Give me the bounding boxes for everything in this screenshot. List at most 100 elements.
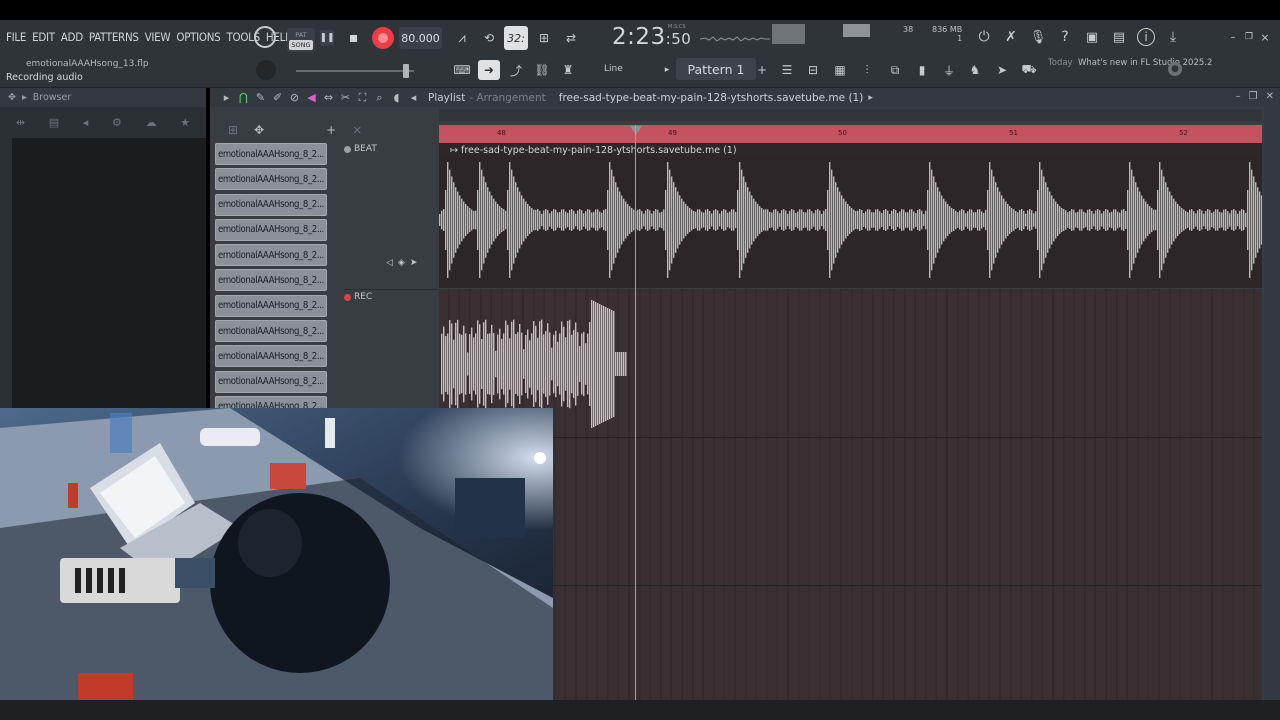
pattern-prev-icon[interactable]: ▸ bbox=[662, 62, 672, 78]
typing-keyboard-icon[interactable]: ⌨ bbox=[452, 62, 472, 78]
master-slider-handle[interactable] bbox=[403, 64, 409, 78]
plugin-icon[interactable]: ⏚ bbox=[940, 60, 958, 80]
pattern-clip[interactable]: emotionalAAAHsong_8_2... bbox=[215, 294, 327, 317]
stop-button[interactable] bbox=[346, 30, 360, 46]
pattern-selector[interactable]: Pattern 1 bbox=[676, 58, 756, 80]
tempo-tapper-icon[interactable]: ♞ bbox=[966, 60, 984, 80]
playlist-arrow-icon[interactable]: ◂ bbox=[405, 91, 422, 104]
info-icon[interactable]: i bbox=[1137, 28, 1155, 46]
vertical-scrollbar[interactable] bbox=[1264, 107, 1280, 720]
mixer-icon[interactable]: ⫶ bbox=[858, 60, 876, 80]
snap-value-button[interactable]: 32: bbox=[504, 26, 528, 50]
add-pattern-icon[interactable]: + bbox=[756, 62, 768, 78]
add-track-icon[interactable]: + bbox=[326, 123, 336, 137]
playback-icon[interactable]: ◖ bbox=[388, 91, 405, 104]
browser-sound-icon[interactable]: ◂ bbox=[83, 116, 89, 129]
menu-patterns[interactable]: PATTERNS bbox=[89, 30, 139, 44]
playlist-subtitle[interactable]: - Arrangement bbox=[469, 92, 545, 104]
playlist-close-icon[interactable]: ✕ bbox=[1266, 91, 1274, 102]
loop-record-icon[interactable]: ⇄ bbox=[560, 28, 582, 48]
magnet-icon[interactable]: ⋂ bbox=[235, 91, 252, 104]
refresh-icon[interactable]: ⏻ bbox=[975, 28, 993, 46]
delete-icon[interactable]: ⊘ bbox=[286, 91, 303, 104]
audio-clip-label[interactable]: ↦ free-sad-type-beat-my-pain-128-ytshort… bbox=[439, 143, 1262, 158]
pattern-clip[interactable]: emotionalAAAHsong_8_2... bbox=[215, 168, 327, 191]
slice-icon[interactable]: ✂ bbox=[337, 91, 354, 104]
pattern-clip[interactable]: emotionalAAAHsong_8_2... bbox=[215, 345, 327, 368]
master-volume-knob[interactable] bbox=[256, 60, 276, 80]
link-icon[interactable]: ⛓ bbox=[532, 62, 552, 78]
select-icon[interactable]: ⛶ bbox=[354, 91, 371, 105]
play-arrow-icon[interactable]: ➜ bbox=[478, 60, 500, 80]
track-solo-icon[interactable]: ◈ bbox=[398, 258, 405, 268]
track-mute-icon[interactable]: ◁ bbox=[386, 258, 393, 268]
snap-mode-select[interactable]: Line bbox=[588, 60, 658, 78]
pattern-clip[interactable]: emotionalAAAHsong_8_2... bbox=[215, 370, 327, 393]
browser-star-icon[interactable]: ★ bbox=[180, 116, 190, 129]
close-app-icon[interactable]: × bbox=[1260, 31, 1270, 44]
playlist-file-arrow-icon[interactable]: ▸ bbox=[868, 93, 873, 103]
channel-rack-icon[interactable]: ▦ bbox=[831, 60, 849, 80]
pattern-clip[interactable]: emotionalAAAHsong_8_2... bbox=[215, 320, 327, 343]
track-header-beat[interactable]: BEAT bbox=[344, 144, 438, 154]
menu-add[interactable]: ADD bbox=[61, 30, 83, 44]
pattern-clip[interactable]: emotionalAAAHsong_8_2... bbox=[215, 244, 327, 267]
pattern-clip[interactable]: emotionalAAAHsong_8_2... bbox=[215, 143, 327, 165]
stamp-icon[interactable]: ♜ bbox=[558, 62, 578, 78]
remove-track-icon[interactable]: × bbox=[352, 123, 362, 137]
zoom-icon[interactable]: ⌕ bbox=[371, 91, 388, 105]
fx-icon[interactable]: ✗ bbox=[1002, 28, 1020, 46]
pattern-picker-move-icon[interactable]: ✥ bbox=[254, 123, 264, 137]
pencil-icon[interactable]: ✎ bbox=[252, 91, 269, 104]
playlist-window-icon[interactable]: ☰ bbox=[778, 60, 796, 80]
minimize-app-icon[interactable]: – bbox=[1228, 32, 1238, 43]
browser-list[interactable] bbox=[12, 138, 206, 408]
help-icon[interactable]: ? bbox=[1056, 28, 1074, 46]
browser-cloud-icon[interactable]: ☁ bbox=[146, 116, 157, 129]
plugin-picker-icon[interactable]: ⧉ bbox=[886, 60, 904, 80]
mic-icon[interactable]: 🎙 bbox=[1029, 28, 1047, 46]
menu-view[interactable]: VIEW bbox=[145, 30, 171, 44]
pattern-clip[interactable]: emotionalAAAHsong_8_2... bbox=[215, 395, 327, 408]
shop-icon[interactable]: ⛟ bbox=[1020, 60, 1038, 80]
slip-icon[interactable]: ⇔ bbox=[320, 91, 337, 104]
hint-knob-icon[interactable] bbox=[254, 26, 276, 48]
piano-roll-icon[interactable]: ⊟ bbox=[804, 60, 822, 80]
timeline-ruler[interactable]: 48 49 50 51 52 bbox=[439, 125, 1262, 143]
browser-toggle-icon[interactable]: ▮ bbox=[913, 60, 931, 80]
stem-icon[interactable]: ➤ bbox=[993, 60, 1011, 80]
zip-icon[interactable]: ▤ bbox=[1110, 28, 1128, 46]
save-icon[interactable]: ▣ bbox=[1083, 28, 1101, 46]
menu-file[interactable]: FILE bbox=[6, 30, 26, 44]
playlist-minimize-icon[interactable]: – bbox=[1236, 91, 1241, 102]
browser-back-icon[interactable]: ▸ bbox=[22, 92, 27, 103]
browser-arrows-icon[interactable]: ✥ bbox=[8, 92, 16, 103]
paint-icon[interactable]: ✐ bbox=[269, 91, 286, 104]
record-button[interactable] bbox=[372, 27, 394, 49]
browser-collapse-icon[interactable]: ⇹ bbox=[16, 116, 25, 129]
pattern-clip[interactable]: emotionalAAAHsong_8_2... bbox=[215, 193, 327, 216]
menu-options[interactable]: OPTIONS bbox=[176, 30, 220, 44]
metronome-icon[interactable]: ⩘ bbox=[452, 28, 472, 48]
download-icon[interactable]: ⤓ bbox=[1164, 28, 1182, 46]
wait-record-icon[interactable]: ⟲ bbox=[478, 28, 500, 48]
news-globe-icon[interactable]: ● bbox=[1168, 62, 1182, 76]
browser-file-icon[interactable]: ▤ bbox=[49, 116, 59, 129]
horizontal-scroll[interactable] bbox=[439, 109, 1262, 121]
tempo-display[interactable]: 80.000 bbox=[399, 27, 442, 49]
track-status-dot[interactable] bbox=[344, 145, 351, 153]
step-edit-icon[interactable]: ⊞ bbox=[533, 28, 555, 48]
whats-new-panel[interactable]: Today What's new in FL Studio 2025.2 bbox=[1048, 58, 1212, 69]
restore-app-icon[interactable]: ❐ bbox=[1244, 32, 1254, 42]
draw-icon[interactable]: ⤴ bbox=[506, 62, 526, 78]
menu-edit[interactable]: EDIT bbox=[32, 30, 55, 44]
master-pitch-slider[interactable] bbox=[296, 70, 414, 72]
pattern-picker-collapse-icon[interactable]: ⊞ bbox=[228, 123, 238, 137]
track-status-dot[interactable] bbox=[344, 293, 351, 301]
pattern-clip[interactable]: emotionalAAAHsong_8_2... bbox=[215, 269, 327, 292]
track-header-rec[interactable]: REC bbox=[344, 292, 438, 302]
pattern-clip[interactable]: emotionalAAAHsong_8_2... bbox=[215, 218, 327, 241]
mute-icon[interactable]: ◀ bbox=[303, 91, 320, 104]
pause-button[interactable]: ❚❚ bbox=[319, 30, 335, 46]
playhead-marker[interactable] bbox=[630, 126, 642, 135]
